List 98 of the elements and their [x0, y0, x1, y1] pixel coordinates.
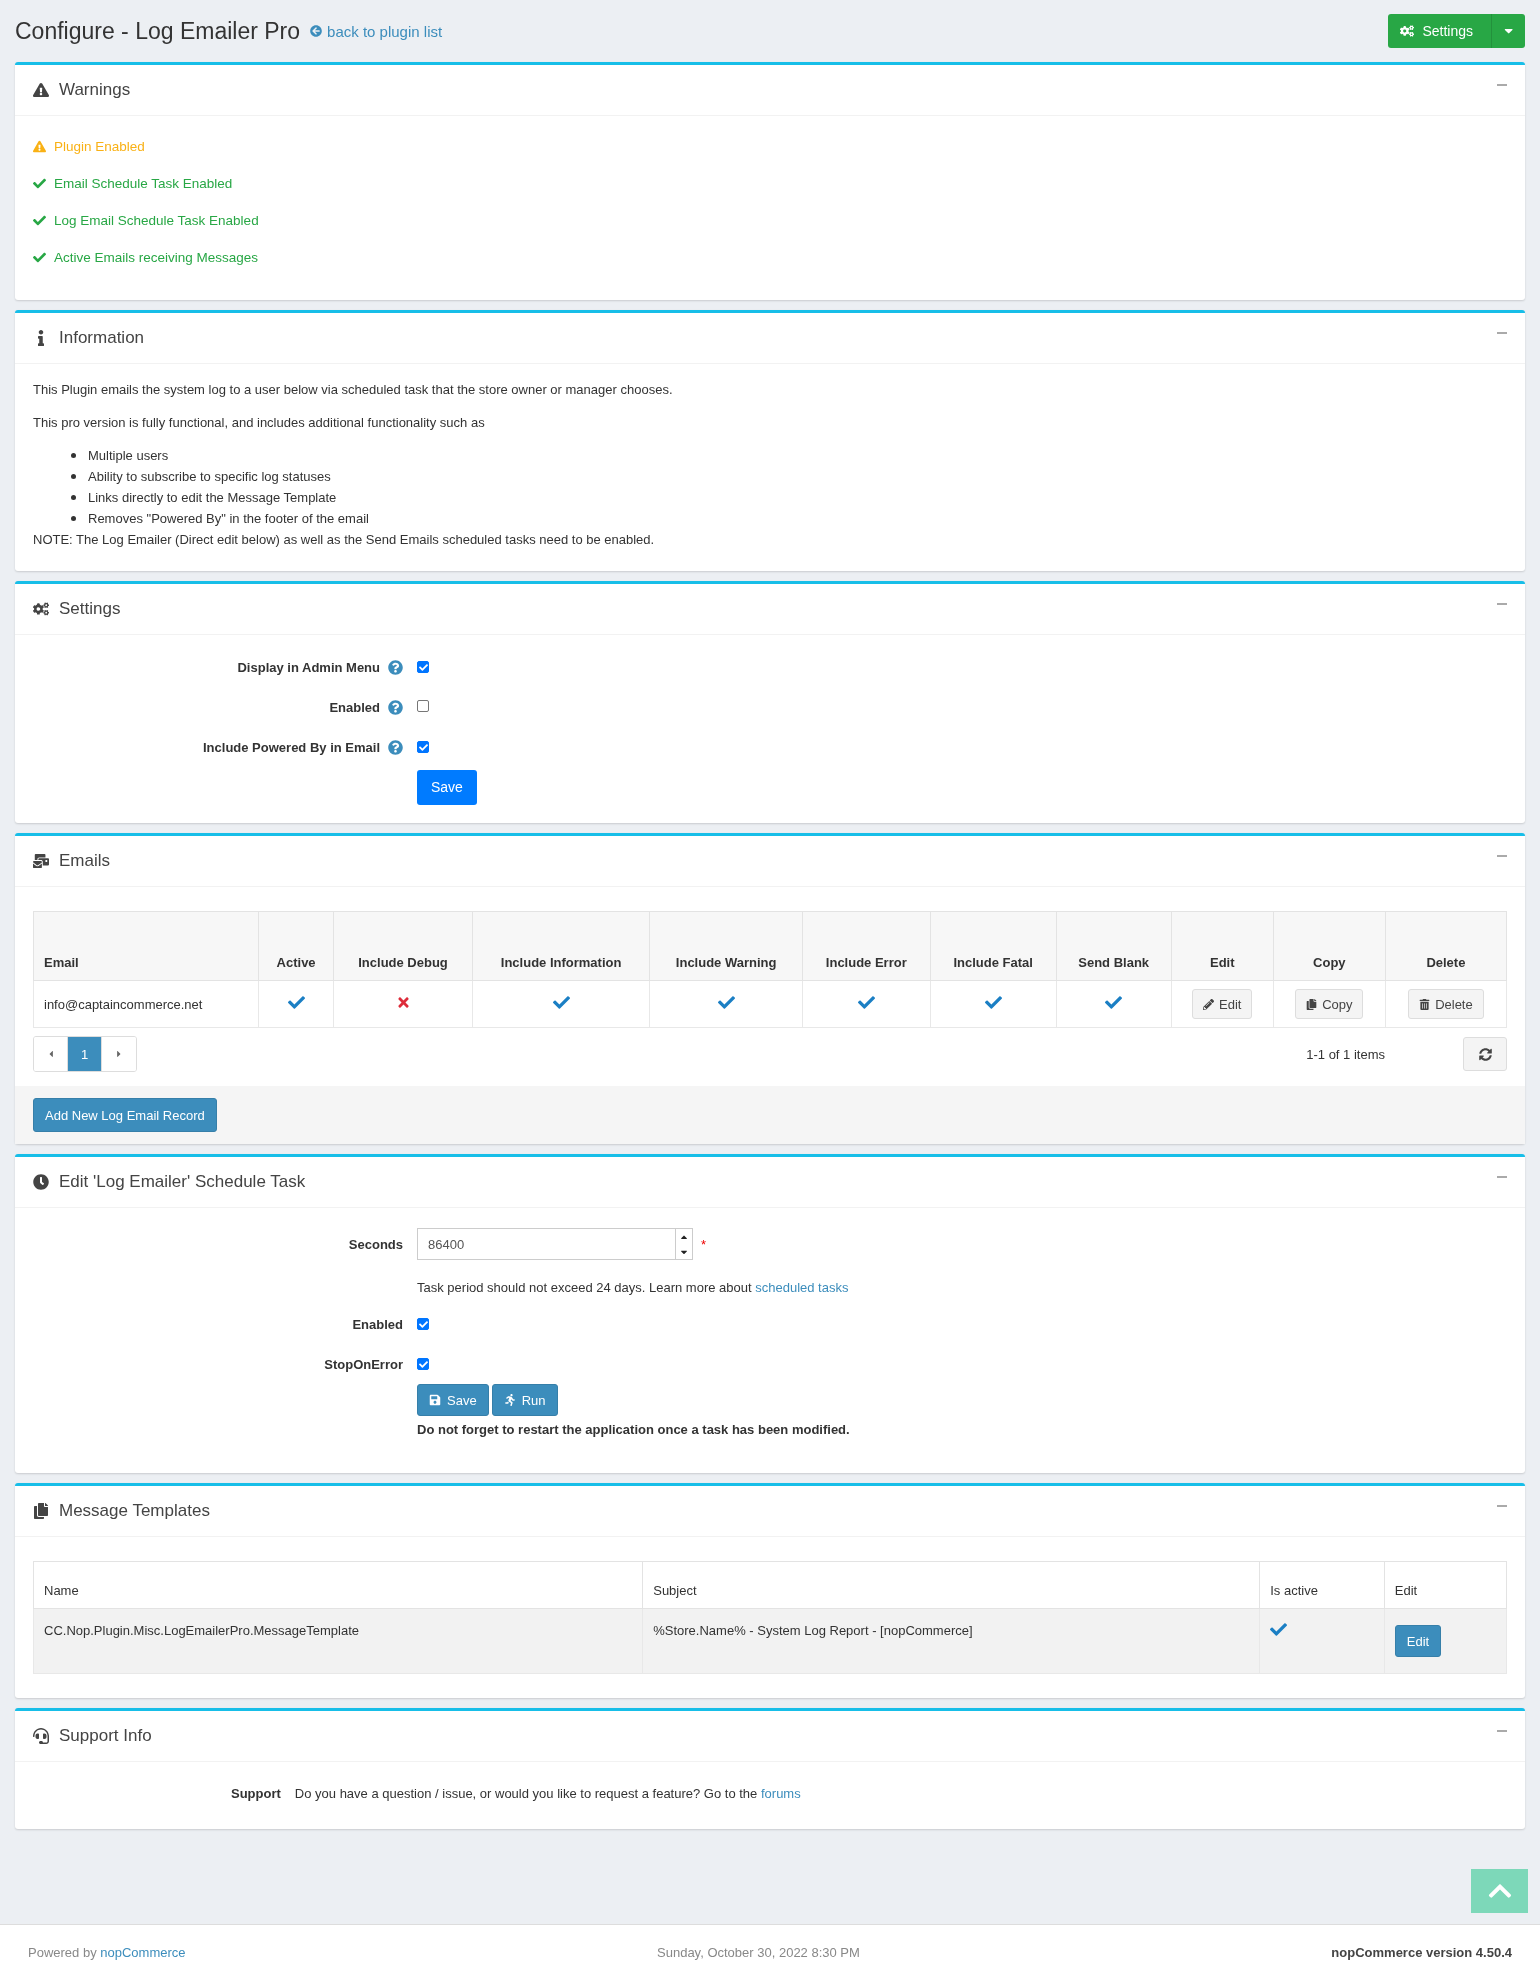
column-header: Name — [33, 1561, 643, 1609]
date-text: Sunday, October 30, 2022 8:30 PM — [656, 1945, 861, 1960]
checkbox[interactable] — [417, 741, 429, 753]
column-header: Email — [33, 911, 259, 981]
scheduled-tasks-link[interactable]: scheduled tasks — [755, 1279, 849, 1295]
field-label: Include Powered By in Email — [203, 739, 380, 755]
run-button[interactable]: Run — [491, 1384, 558, 1416]
page-title: Configure - Log Emailer Pro — [15, 17, 301, 45]
powered-by-text: Powered by nopCommerce — [28, 1945, 186, 1960]
arrow-left-icon — [310, 25, 323, 37]
list-item: Ability to subscribe to specific log statuses — [88, 469, 331, 484]
delete-button[interactable]: Delete — [1408, 989, 1484, 1019]
paragraph: This pro version is fully functional, and includes additional functionality such as — [33, 415, 486, 430]
status-message: Active Emails receiving Messages — [54, 250, 259, 265]
column-header: Subject — [642, 1561, 1260, 1609]
version-text: nopCommerce version 4.50.4 — [1331, 1945, 1512, 1960]
running-figure-icon — [503, 1394, 516, 1406]
support-text: Do you have a question / issue, or would you like to request a feature? Go to the forums — [294, 1786, 801, 1801]
scroll-top-button[interactable] — [1471, 1869, 1528, 1913]
status-message: Email Schedule Task Enabled — [54, 176, 233, 191]
help-icon — [388, 739, 403, 755]
save-button[interactable]: Save — [417, 769, 477, 805]
number-spinner[interactable] — [675, 1228, 693, 1260]
checkbox[interactable] — [417, 661, 429, 673]
copy-icon — [1306, 998, 1318, 1010]
column-header: Include Warning — [649, 911, 803, 981]
card-title: Information — [59, 328, 145, 348]
table-cell: info@captaincommerce.net — [33, 980, 259, 1028]
checkbox[interactable] — [417, 1318, 429, 1330]
forums-link[interactable]: forums — [760, 1786, 801, 1801]
column-header: Copy — [1273, 911, 1386, 981]
column-header: Active — [258, 911, 334, 981]
field-label: Display in Admin Menu — [237, 659, 380, 675]
field-hint: Task period should not exceed 24 days. Learn more about scheduled tasks — [417, 1279, 850, 1295]
column-header: Include Fatal — [930, 911, 1057, 981]
pager-summary: 1-1 of 1 items — [1306, 1046, 1385, 1062]
column-header: Delete — [1385, 911, 1507, 981]
bullet-icon — [71, 516, 76, 521]
card-title: Support Info — [59, 1726, 152, 1746]
edit-button[interactable]: Edit — [1394, 1625, 1442, 1657]
card-title: Edit 'Log Emailer' Schedule Task — [59, 1172, 306, 1192]
back-link[interactable]: back to plugin list — [310, 22, 443, 40]
gears-icon — [33, 601, 49, 617]
previous-page-button[interactable] — [34, 1037, 68, 1071]
warning-icon — [33, 82, 49, 98]
add-record-button[interactable]: Add New Log Email Record — [33, 1098, 217, 1132]
gears-icon — [1400, 24, 1415, 38]
note-text: NOTE: The Log Emailer (Direct edit below) as well as the Send Emails scheduled tasks need to be enabled. — [33, 532, 655, 547]
mail-icon — [33, 853, 49, 869]
trash-icon — [1419, 998, 1431, 1010]
card-title: Warnings — [59, 80, 131, 100]
column-header: Edit — [1384, 1561, 1507, 1609]
page-button[interactable]: 1 — [68, 1037, 102, 1071]
status-message: Plugin Enabled — [54, 139, 145, 154]
bullet-icon — [71, 495, 76, 500]
field-label: Seconds — [348, 1236, 403, 1252]
settings-button[interactable]: Settings — [1388, 14, 1491, 48]
restart-note: Do not forget to restart the application once a task has been modified. — [417, 1422, 851, 1437]
help-icon — [388, 699, 403, 715]
column-header: Include Debug — [333, 911, 473, 981]
required-mark: * — [701, 1236, 707, 1252]
headset-icon — [33, 1728, 49, 1744]
help-icon — [388, 659, 403, 675]
copy-button[interactable]: Copy — [1295, 989, 1364, 1019]
clock-icon — [33, 1174, 49, 1190]
bullet-icon — [71, 453, 76, 458]
save-icon — [429, 1394, 441, 1406]
paragraph: This Plugin emails the system log to a user below via scheduled task that the store owner or manager chooses. — [33, 382, 674, 397]
seconds-field[interactable]: 86400 — [417, 1228, 675, 1260]
list-item: Multiple users — [88, 448, 169, 463]
documents-icon — [33, 1503, 49, 1519]
column-header: Is active — [1259, 1561, 1385, 1609]
edit-button[interactable]: Edit — [1192, 989, 1253, 1019]
card-title: Emails — [59, 851, 110, 871]
dropdown-button[interactable] — [1491, 14, 1525, 48]
bullet-icon — [71, 474, 76, 479]
save-button[interactable]: Save — [417, 1384, 489, 1416]
field-label: Enabled — [352, 1316, 403, 1332]
refresh-button[interactable] — [1463, 1037, 1507, 1071]
nopcommerce-link[interactable]: nopCommerce — [100, 1945, 186, 1960]
field-label: Enabled — [329, 699, 380, 715]
checkbox[interactable] — [417, 699, 429, 712]
card-title: Settings — [59, 599, 121, 619]
column-header: Include Error — [802, 911, 931, 981]
column-header: Send Blank — [1056, 911, 1172, 981]
table-cell: CC.Nop.Plugin.Misc.LogEmailerPro.MessageTemplate — [33, 1608, 643, 1674]
refresh-icon — [1478, 1047, 1492, 1061]
column-header: Edit — [1171, 911, 1274, 981]
table-cell: %Store.Name% - System Log Report - [nopCommerce] — [642, 1608, 1260, 1674]
list-item: Removes "Powered By" in the footer of the email — [88, 511, 369, 526]
field-label: Support — [231, 1786, 281, 1801]
field-label: StopOnError — [324, 1356, 403, 1372]
status-message: Log Email Schedule Task Enabled — [54, 213, 259, 228]
pencil-icon — [1203, 998, 1215, 1010]
card-title: Message Templates — [59, 1501, 210, 1521]
checkbox[interactable] — [417, 1358, 429, 1370]
list-item: Links directly to edit the Message Template — [88, 490, 337, 505]
column-header: Include Information — [472, 911, 650, 981]
